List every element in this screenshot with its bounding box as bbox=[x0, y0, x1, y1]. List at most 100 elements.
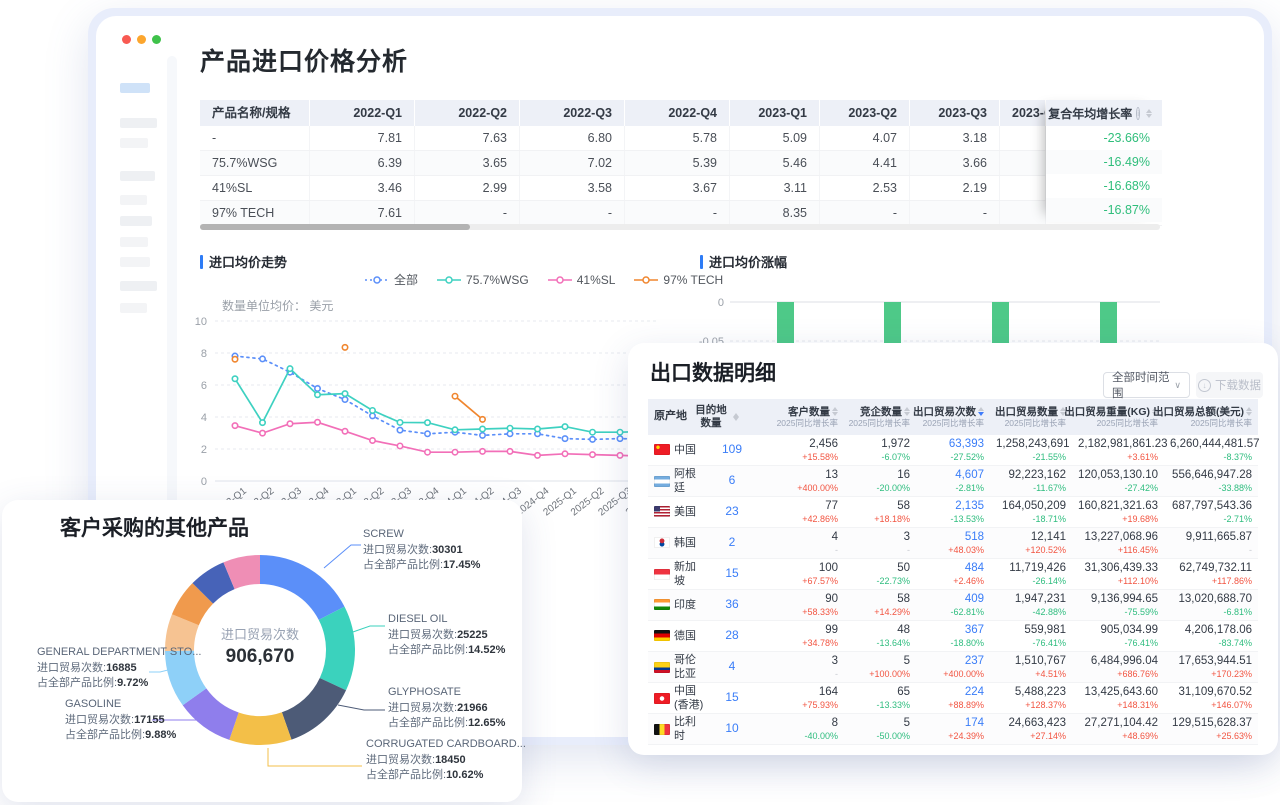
data-point[interactable] bbox=[507, 426, 512, 431]
data-point[interactable] bbox=[617, 436, 622, 441]
data-point[interactable] bbox=[315, 386, 320, 391]
data-point[interactable] bbox=[287, 366, 292, 371]
data-point[interactable] bbox=[590, 430, 595, 435]
trade-count-cell[interactable]: 237+400.00% bbox=[916, 654, 990, 681]
data-point[interactable] bbox=[452, 394, 457, 399]
data-point[interactable] bbox=[425, 420, 430, 425]
data-point[interactable] bbox=[370, 438, 375, 443]
data-point[interactable] bbox=[397, 443, 402, 448]
sort-icon[interactable] bbox=[904, 407, 910, 416]
sidebar-skeleton-item[interactable] bbox=[120, 303, 147, 313]
data-point[interactable] bbox=[617, 430, 622, 435]
data-point[interactable] bbox=[232, 423, 237, 428]
price-column-header[interactable]: 2023-Q3 bbox=[910, 100, 1000, 126]
sidebar-skeleton-item[interactable] bbox=[120, 83, 150, 93]
data-point[interactable] bbox=[535, 426, 540, 431]
data-point[interactable] bbox=[480, 449, 485, 454]
destination-count-link[interactable]: 6 bbox=[710, 473, 754, 489]
data-point[interactable] bbox=[617, 453, 622, 458]
window-close-button[interactable] bbox=[122, 35, 131, 44]
sidebar-skeleton-item[interactable] bbox=[120, 216, 152, 226]
legend-item-75.7%WSG[interactable]: 75.7%WSG bbox=[436, 273, 529, 287]
sort-icon[interactable] bbox=[832, 407, 838, 416]
data-point[interactable] bbox=[260, 356, 265, 361]
data-point[interactable] bbox=[370, 413, 375, 418]
legend-item-41%SL[interactable]: 41%SL bbox=[547, 273, 616, 287]
cagr-column-header[interactable]: 复合年均增长率i bbox=[1046, 100, 1162, 126]
data-point[interactable] bbox=[562, 424, 567, 429]
trade-count-cell[interactable]: 367-18.80% bbox=[916, 623, 990, 650]
price-column-header[interactable]: 2022-Q4 bbox=[625, 100, 730, 126]
sidebar-skeleton-item[interactable] bbox=[120, 138, 148, 148]
data-point[interactable] bbox=[425, 431, 430, 436]
export-column-header[interactable]: 出口贸易总额(美元)2025同比增长率 bbox=[1164, 399, 1258, 435]
export-column-header[interactable]: 出口贸易次数2025同比增长率 bbox=[916, 399, 990, 435]
trade-count-cell[interactable]: 63,393-27.52% bbox=[916, 437, 990, 464]
data-point[interactable] bbox=[452, 450, 457, 455]
data-point[interactable] bbox=[480, 426, 485, 431]
sidebar-skeleton-item[interactable] bbox=[120, 281, 157, 291]
destination-count-link[interactable]: 36 bbox=[710, 597, 754, 613]
data-point[interactable] bbox=[287, 421, 292, 426]
window-minimize-button[interactable] bbox=[137, 35, 146, 44]
data-point[interactable] bbox=[452, 427, 457, 432]
sort-icon[interactable] bbox=[1146, 109, 1152, 118]
export-column-header[interactable]: 出口贸易重量(KG)2025同比增长率 bbox=[1072, 399, 1164, 435]
destination-count-link[interactable]: 15 bbox=[710, 566, 754, 582]
window-zoom-button[interactable] bbox=[152, 35, 161, 44]
data-point[interactable] bbox=[507, 449, 512, 454]
data-point[interactable] bbox=[315, 392, 320, 397]
scrollbar-thumb[interactable] bbox=[200, 224, 470, 230]
data-point[interactable] bbox=[507, 431, 512, 436]
price-column-header[interactable]: 2022-Q3 bbox=[520, 100, 625, 126]
data-point[interactable] bbox=[590, 437, 595, 442]
data-point[interactable] bbox=[260, 430, 265, 435]
sidebar-skeleton-item[interactable] bbox=[120, 195, 147, 205]
trade-count-cell[interactable]: 224+88.89% bbox=[916, 685, 990, 712]
data-point[interactable] bbox=[425, 450, 430, 455]
destination-count-link[interactable]: 10 bbox=[710, 721, 754, 737]
data-point[interactable] bbox=[342, 345, 347, 350]
export-column-header[interactable]: 客户数量2025同比增长率 bbox=[754, 399, 844, 435]
destination-count-link[interactable]: 15 bbox=[710, 690, 754, 706]
destination-count-link[interactable]: 4 bbox=[710, 659, 754, 675]
data-point[interactable] bbox=[260, 420, 265, 425]
price-column-header[interactable]: 2023-Q2 bbox=[820, 100, 910, 126]
data-point[interactable] bbox=[562, 436, 567, 441]
legend-item-97% TECH[interactable]: 97% TECH bbox=[633, 273, 723, 287]
trade-count-cell[interactable]: 518+48.03% bbox=[916, 530, 990, 557]
export-column-header[interactable]: 目的地数量 bbox=[710, 399, 754, 435]
trade-count-cell[interactable]: 2,135-13.53% bbox=[916, 499, 990, 526]
price-column-header[interactable]: 2023-Q1 bbox=[730, 100, 820, 126]
destination-count-link[interactable]: 2 bbox=[710, 535, 754, 551]
donut-slice-screw[interactable] bbox=[260, 555, 345, 620]
data-point[interactable] bbox=[232, 357, 237, 362]
price-column-header[interactable]: 2023-Q4 bbox=[1000, 100, 1046, 126]
sidebar-skeleton-item[interactable] bbox=[120, 171, 155, 181]
data-point[interactable] bbox=[232, 376, 237, 381]
data-point[interactable] bbox=[480, 417, 485, 422]
trade-count-cell[interactable]: 174+24.39% bbox=[916, 716, 990, 743]
data-point[interactable] bbox=[342, 391, 347, 396]
trade-count-cell[interactable]: 4,607-2.81% bbox=[916, 468, 990, 495]
trade-count-cell[interactable]: 409-62.81% bbox=[916, 592, 990, 619]
destination-count-link[interactable]: 28 bbox=[710, 628, 754, 644]
legend-item-全部[interactable]: 全部 bbox=[364, 271, 418, 288]
data-point[interactable] bbox=[370, 408, 375, 413]
sidebar-skeleton-item[interactable] bbox=[120, 237, 148, 247]
trade-count-cell[interactable]: 484+2.46% bbox=[916, 561, 990, 588]
destination-count-link[interactable]: 109 bbox=[710, 442, 754, 458]
destination-count-link[interactable]: 23 bbox=[710, 504, 754, 520]
data-point[interactable] bbox=[397, 427, 402, 432]
donut-slice-glyphosate[interactable] bbox=[282, 678, 346, 740]
export-column-header[interactable]: 竞企数量2025同比增长率 bbox=[844, 399, 916, 435]
data-point[interactable] bbox=[342, 429, 347, 434]
donut-slice-corrugated-cardboard[interactable] bbox=[229, 712, 291, 745]
price-column-header[interactable]: 2022-Q2 bbox=[415, 100, 520, 126]
download-data-button[interactable]: ↓ 下载数据 bbox=[1196, 372, 1263, 398]
sidebar-skeleton-item[interactable] bbox=[120, 257, 150, 267]
price-column-header[interactable]: 产品名称/规格 bbox=[200, 100, 310, 126]
data-point[interactable] bbox=[562, 451, 567, 456]
sidebar-skeleton-item[interactable] bbox=[120, 118, 157, 128]
data-point[interactable] bbox=[342, 397, 347, 402]
